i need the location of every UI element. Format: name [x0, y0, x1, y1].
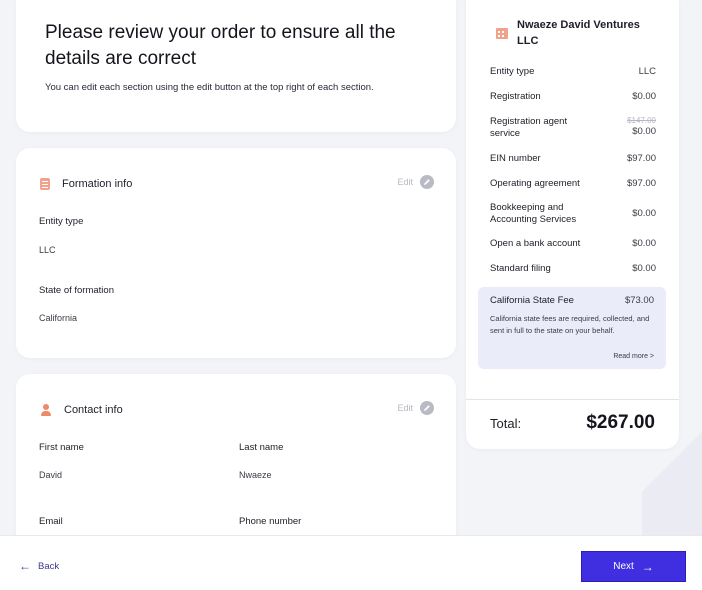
- summary-row-price: $0.00: [632, 263, 656, 274]
- pencil-icon: [420, 175, 434, 189]
- contact-info-header: Contact info: [40, 401, 123, 419]
- contact-info-title: Contact info: [64, 404, 123, 416]
- entity-type-label: Entity type: [39, 216, 84, 227]
- summary-row-label: Standard filing: [490, 263, 551, 274]
- arrow-right-icon: →: [641, 559, 654, 574]
- state-fee-box: California State Fee $73.00 California s…: [478, 287, 666, 369]
- document-icon: [40, 178, 50, 190]
- first-name-value: David: [39, 470, 63, 480]
- summary-row-label: Entity type: [490, 66, 535, 77]
- person-icon: [40, 404, 52, 416]
- summary-row-price-group: $147.00 $0.00: [627, 116, 656, 138]
- company-header: Nwaeze David Ventures LLC: [496, 17, 657, 49]
- formation-info-card: Formation info Edit Entity type LLC Stat…: [16, 148, 456, 358]
- page-subtitle: You can edit each section using the edit…: [45, 82, 374, 93]
- contact-info-card: Contact info Edit First name David Last …: [16, 374, 456, 544]
- formation-edit-button[interactable]: Edit: [397, 175, 434, 189]
- next-label: Next: [613, 561, 634, 572]
- summary-row-entity-type: Entity type LLC: [490, 66, 656, 78]
- last-name-value: Nwaeze: [239, 470, 272, 480]
- formation-info-title: Formation info: [62, 178, 133, 190]
- page-title: Please review your order to ensure all t…: [45, 22, 396, 69]
- phone-number-label: Phone number: [239, 516, 302, 527]
- summary-row-price: $97.00: [626, 153, 656, 164]
- total-label: Total:: [490, 416, 522, 431]
- back-button[interactable]: ← Back: [19, 560, 59, 572]
- summary-row-registration-agent: Registration agent service $147.00 $0.00: [490, 116, 656, 140]
- original-price: $147.00: [627, 116, 656, 125]
- state-of-formation-value: California: [39, 313, 78, 323]
- summary-row-label: Registration: [490, 91, 541, 102]
- edit-label: Edit: [397, 403, 413, 413]
- building-icon: [496, 28, 508, 39]
- summary-row-price: $0.00: [632, 238, 656, 249]
- formation-info-header: Formation info: [40, 175, 132, 193]
- summary-row-registration: Registration $0.00: [490, 91, 656, 103]
- total-value: $267.00: [586, 412, 655, 433]
- state-fee-description: California state fees are required, coll…: [490, 314, 650, 335]
- last-name-label: Last name: [239, 442, 284, 453]
- read-more-link[interactable]: Read more >: [613, 353, 654, 360]
- state-fee-price: $73.00: [624, 295, 654, 306]
- contact-edit-button[interactable]: Edit: [397, 401, 434, 415]
- summary-row-price: $0.00: [632, 126, 656, 137]
- summary-row-price: $97.00: [626, 178, 656, 189]
- summary-row-label: Registration agent service: [490, 116, 568, 139]
- footer-bar: ← Back Next →: [0, 535, 702, 590]
- summary-row-label: Open a bank account: [490, 238, 581, 249]
- summary-row-ein: EIN number $97.00: [490, 153, 656, 165]
- entity-type-value: LLC: [39, 245, 56, 255]
- intro-card: Please review your order to ensure all t…: [16, 0, 456, 132]
- state-fee-title: California State Fee: [490, 295, 574, 306]
- summary-row-price: $0.00: [632, 208, 656, 219]
- first-name-label: First name: [39, 442, 84, 453]
- state-of-formation-label: State of formation: [39, 285, 114, 296]
- summary-row-operating-agreement: Operating agreement $97.00: [490, 178, 656, 190]
- summary-row-bank-account: Open a bank account $0.00: [490, 238, 656, 250]
- edit-label: Edit: [397, 177, 413, 187]
- summary-row-label: Operating agreement: [490, 178, 580, 189]
- company-name: Nwaeze David Ventures LLC: [517, 19, 640, 47]
- summary-row-bookkeeping: Bookkeeping and Accounting Services $0.0…: [490, 202, 656, 226]
- summary-row-label: Bookkeeping and Accounting Services: [490, 202, 577, 225]
- arrow-left-icon: ←: [19, 559, 31, 573]
- summary-row-price: LLC: [638, 66, 656, 77]
- back-label: Back: [38, 560, 60, 572]
- total-card: Total: $267.00: [466, 399, 679, 449]
- order-summary-card: Nwaeze David Ventures LLC Entity type LL…: [466, 0, 679, 400]
- summary-row-label: EIN number: [490, 153, 541, 164]
- next-button[interactable]: Next →: [581, 551, 686, 582]
- pencil-icon: [420, 401, 434, 415]
- email-label: Email: [39, 516, 63, 527]
- summary-row-price: $0.00: [632, 91, 656, 102]
- summary-row-standard-filing: Standard filing $0.00: [490, 263, 656, 275]
